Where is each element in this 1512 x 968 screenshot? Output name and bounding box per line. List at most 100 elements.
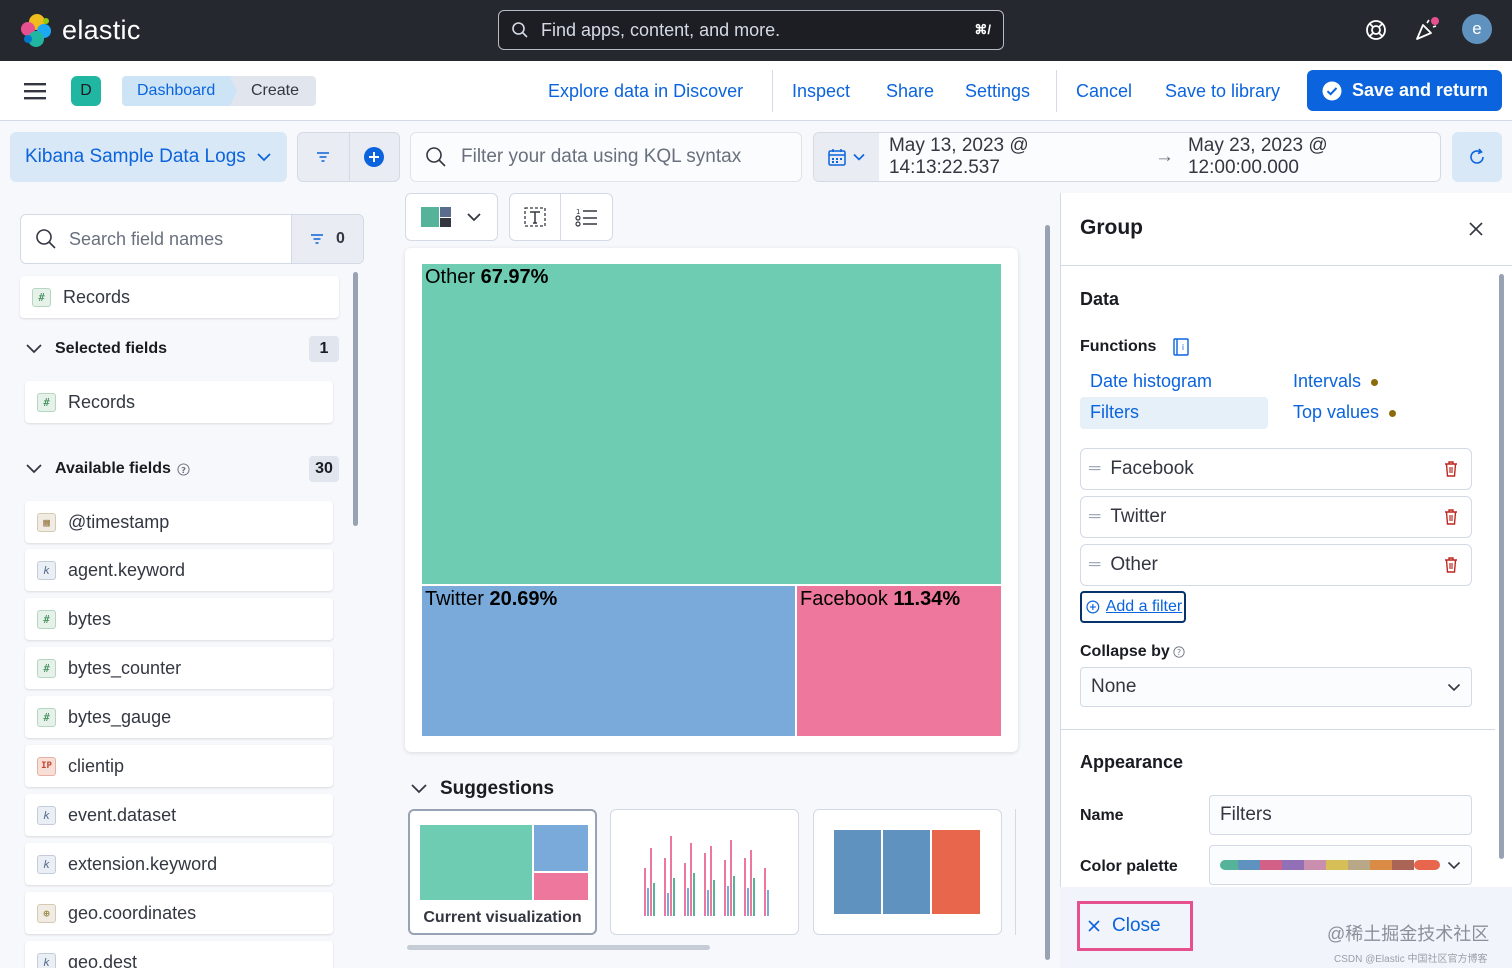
explore-in-discover-link[interactable]: Explore data in Discover bbox=[548, 78, 743, 104]
keyboard-shortcut-hint: ⌘/ bbox=[974, 22, 991, 37]
collapse-by-label-row: Collapse by ? bbox=[1080, 643, 1185, 661]
legend-settings-button[interactable]: 1 bbox=[561, 194, 612, 240]
available-fields-header[interactable]: Available fields ? 30 bbox=[25, 454, 339, 484]
close-flyout-button[interactable]: Close bbox=[1077, 901, 1193, 951]
user-avatar[interactable]: e bbox=[1462, 14, 1492, 44]
suggestion-stacked-bar[interactable] bbox=[813, 809, 1002, 935]
treemap-cell-other[interactable]: Other 67.97% bbox=[421, 263, 1002, 585]
news-button[interactable] bbox=[1410, 14, 1442, 46]
check-circle-icon bbox=[1322, 81, 1342, 100]
sidebar-scrollbar[interactable] bbox=[353, 272, 358, 526]
field-search-input[interactable]: Search field names 0 bbox=[20, 214, 364, 264]
treemap-chart-icon bbox=[421, 207, 451, 227]
field-name: clientip bbox=[68, 755, 125, 776]
filter-icon[interactable] bbox=[315, 150, 331, 164]
suggestion-bar-chart[interactable] bbox=[610, 809, 799, 935]
inspect-link[interactable]: Inspect bbox=[792, 78, 850, 104]
field-item-extension-keyword[interactable]: k extension.keyword bbox=[25, 843, 333, 885]
chart-type-switcher[interactable] bbox=[405, 193, 498, 241]
function-filters-selected[interactable]: Filters bbox=[1080, 397, 1268, 429]
breadcrumb-dashboard[interactable]: Dashboard bbox=[122, 76, 238, 106]
suggestions-scrollbar[interactable] bbox=[407, 945, 710, 950]
filter-row-twitter[interactable]: ═ Twitter bbox=[1080, 496, 1472, 538]
help-button[interactable] bbox=[1360, 14, 1392, 46]
close-icon[interactable] bbox=[1466, 219, 1486, 239]
keyword-field-icon: k bbox=[37, 952, 56, 968]
settings-link[interactable]: Settings bbox=[965, 78, 1030, 104]
labels-settings-button[interactable] bbox=[510, 194, 562, 240]
field-item-clientip[interactable]: IP clientip bbox=[25, 745, 333, 787]
name-input-value: Filters bbox=[1220, 804, 1272, 825]
filter-label: Other bbox=[1110, 554, 1158, 575]
collapse-by-select[interactable]: None bbox=[1080, 667, 1472, 707]
add-filter-plus-icon[interactable] bbox=[363, 146, 385, 168]
data-view-picker[interactable]: Kibana Sample Data Logs bbox=[10, 132, 287, 182]
suggestion-current-visualization[interactable]: Current visualization bbox=[408, 809, 597, 935]
documentation-icon[interactable]: i bbox=[1172, 337, 1190, 357]
save-and-return-button[interactable]: Save and return bbox=[1307, 70, 1502, 111]
field-item-geo-coordinates[interactable]: ⊕ geo.coordinates bbox=[25, 892, 333, 934]
space-avatar[interactable]: D bbox=[71, 76, 101, 106]
name-label: Name bbox=[1080, 807, 1124, 824]
chevron-down-icon bbox=[467, 213, 481, 222]
treemap-cell-label: Other bbox=[425, 266, 476, 288]
watermark-source: CSDN @Elastic 中国社区官方博客 bbox=[1334, 954, 1488, 965]
suggestions-title: Suggestions bbox=[440, 778, 555, 799]
selected-field-item[interactable]: # Records bbox=[25, 381, 333, 423]
info-icon[interactable]: ? bbox=[177, 462, 190, 476]
date-end[interactable]: May 23, 2023 @ 12:00:00.000 bbox=[1188, 135, 1440, 179]
save-to-library-link[interactable]: Save to library bbox=[1165, 78, 1280, 104]
filter-row-facebook[interactable]: ═ Facebook bbox=[1080, 448, 1472, 490]
treemap-cell-twitter[interactable]: Twitter 20.69% bbox=[421, 585, 796, 737]
field-item-event-dataset[interactable]: k event.dataset bbox=[25, 794, 333, 836]
function-top-values[interactable]: Top values bbox=[1293, 402, 1397, 423]
field-item-bytes[interactable]: # bytes bbox=[25, 598, 333, 640]
trash-icon[interactable] bbox=[1443, 508, 1459, 526]
name-input[interactable]: Filters bbox=[1209, 795, 1472, 835]
drag-handle-icon[interactable]: ═ bbox=[1089, 556, 1100, 574]
color-palette-select[interactable] bbox=[1209, 845, 1472, 885]
date-range-arrow: → bbox=[1154, 146, 1174, 167]
drag-handle-icon[interactable]: ═ bbox=[1089, 460, 1100, 478]
suggestions-header[interactable]: Suggestions bbox=[410, 775, 554, 803]
share-link[interactable]: Share bbox=[886, 78, 934, 104]
field-name: geo.coordinates bbox=[68, 902, 197, 923]
hamburger-menu-icon[interactable] bbox=[22, 80, 48, 102]
workspace-scrollbar[interactable] bbox=[1045, 225, 1050, 960]
flyout-scrollbar[interactable] bbox=[1499, 274, 1504, 859]
filter-row-other[interactable]: ═ Other bbox=[1080, 544, 1472, 586]
treemap-cell-facebook[interactable]: Facebook 11.34% bbox=[796, 585, 1002, 737]
selected-fields-header[interactable]: Selected fields 1 bbox=[25, 334, 339, 364]
field-item-timestamp[interactable]: ▦ @timestamp bbox=[25, 501, 333, 543]
field-item-agent-keyword[interactable]: k agent.keyword bbox=[25, 549, 333, 591]
quick-date-menu-button[interactable] bbox=[814, 133, 879, 181]
elastic-logo[interactable]: elastic bbox=[18, 12, 141, 48]
divider bbox=[1060, 265, 1512, 266]
info-icon[interactable]: ? bbox=[1173, 646, 1185, 658]
field-filter-count: 0 bbox=[336, 230, 345, 247]
field-item-records[interactable]: # Records bbox=[20, 276, 339, 318]
add-filter-button[interactable]: Add a filter bbox=[1080, 591, 1186, 623]
treemap-cell-percent: 67.97% bbox=[480, 266, 549, 288]
function-date-histogram[interactable]: Date histogram bbox=[1090, 371, 1212, 392]
refresh-button[interactable] bbox=[1452, 132, 1502, 182]
number-field-icon: # bbox=[37, 609, 56, 629]
trash-icon[interactable] bbox=[1443, 460, 1459, 478]
field-name: Records bbox=[68, 391, 136, 412]
field-type-filter-button[interactable]: 0 bbox=[291, 215, 363, 263]
field-name: extension.keyword bbox=[68, 853, 218, 874]
date-start[interactable]: May 13, 2023 @ 14:13:22.537 bbox=[889, 135, 1141, 179]
kql-query-input[interactable]: Filter your data using KQL syntax bbox=[410, 132, 802, 182]
function-label: Intervals bbox=[1293, 371, 1362, 391]
field-item-bytes-gauge[interactable]: # bytes_gauge bbox=[25, 696, 333, 738]
global-search-input[interactable]: Find apps, content, and more. ⌘/ bbox=[498, 10, 1004, 50]
search-icon bbox=[512, 22, 528, 38]
drag-handle-icon[interactable]: ═ bbox=[1089, 508, 1100, 526]
field-item-bytes-counter[interactable]: # bytes_counter bbox=[25, 647, 333, 689]
trash-icon[interactable] bbox=[1443, 556, 1459, 574]
chevron-down-icon bbox=[257, 153, 271, 162]
field-item-geo-dest[interactable]: k geo.dest bbox=[25, 941, 333, 968]
cancel-link[interactable]: Cancel bbox=[1076, 78, 1132, 104]
function-intervals[interactable]: Intervals bbox=[1293, 371, 1379, 392]
bar-chart-thumbnail bbox=[644, 836, 769, 916]
